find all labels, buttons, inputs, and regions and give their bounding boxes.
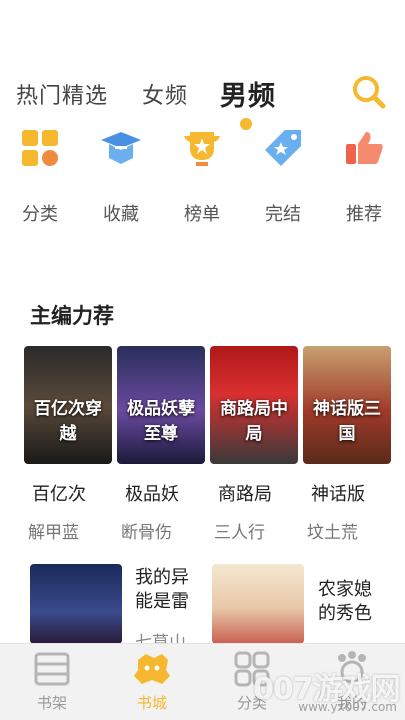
cover-text: 极品妖孽至尊 xyxy=(127,399,195,444)
nav-label: 书城 xyxy=(136,694,167,712)
book-title: 神话版 xyxy=(311,484,365,505)
nav-bookshelf[interactable]: 书架 xyxy=(12,644,92,713)
category-classify[interactable]: 分类 xyxy=(8,126,72,226)
section-title: 主编力荐 xyxy=(30,304,114,328)
cover-text: 商路局中局 xyxy=(220,399,288,444)
nav-label: 我的 xyxy=(336,694,367,712)
book-title: 极品妖 xyxy=(125,484,179,505)
profile-icon xyxy=(332,650,372,688)
bottom-nav-bar: 书架 书城 分类 我的 xyxy=(0,643,405,720)
book-author: 解甲蓝 xyxy=(28,523,79,543)
nav-bookstore[interactable]: 书城 xyxy=(112,644,192,713)
top-tab-bar: 热门精选 女频 男频 xyxy=(16,72,389,130)
category-completed[interactable]: 完结 xyxy=(251,126,315,226)
recommend-book-row: 百亿次穿越 百亿次 解甲蓝 极品妖孽至尊 极品妖 断骨伤 商路局中局 商路局 三… xyxy=(24,346,391,546)
tab-hot-picks[interactable]: 热门精选 xyxy=(16,78,108,110)
book-cover[interactable] xyxy=(212,564,304,644)
tab-female[interactable]: 女频 xyxy=(142,78,188,110)
grid-icon xyxy=(18,126,62,170)
book-cover: 神话版三国 xyxy=(303,346,391,464)
book-cover: 百亿次穿越 xyxy=(24,346,112,464)
book-author: 坟土荒 xyxy=(307,523,358,543)
book-cover: 极品妖孽至尊 xyxy=(117,346,205,464)
nav-profile[interactable]: 我的 xyxy=(312,644,392,713)
book-title[interactable]: 农家媳的秀色 xyxy=(318,578,388,626)
book-list-row: 我的异能是雷 七草山 农家媳的秀色 xyxy=(0,564,405,653)
trophy-icon xyxy=(180,126,224,170)
cover-text: 百亿次穿越 xyxy=(34,399,102,444)
book-title[interactable]: 我的异能是雷 xyxy=(135,566,205,614)
category-recommend[interactable]: 推荐 xyxy=(332,126,396,226)
bookshelf-icon xyxy=(32,650,72,688)
book-card[interactable]: 商路局中局 商路局 三人行 xyxy=(210,346,298,543)
nav-label: 分类 xyxy=(236,694,267,712)
book-card[interactable]: 百亿次穿越 百亿次 解甲蓝 xyxy=(24,346,112,543)
book-cover[interactable] xyxy=(30,564,122,644)
graduation-cap-icon xyxy=(99,126,143,170)
nav-category[interactable]: 分类 xyxy=(212,644,292,713)
category-row: 分类 收藏 榜单 完结 推荐 xyxy=(0,126,405,226)
book-title: 商路局 xyxy=(218,484,272,505)
cover-text: 神话版三国 xyxy=(313,399,381,444)
book-title: 百亿次 xyxy=(32,484,86,505)
book-author: 断骨伤 xyxy=(121,523,172,543)
category-icon xyxy=(232,650,272,688)
category-label: 榜单 xyxy=(184,204,220,225)
category-label: 推荐 xyxy=(346,204,382,225)
category-label: 收藏 xyxy=(103,204,139,225)
thumbs-up-icon xyxy=(342,126,386,170)
book-cover: 商路局中局 xyxy=(210,346,298,464)
bookstore-icon xyxy=(132,650,172,688)
search-icon[interactable] xyxy=(351,74,387,110)
tag-icon xyxy=(261,126,305,170)
tab-male[interactable]: 男频 xyxy=(220,74,276,113)
category-ranking[interactable]: 榜单 xyxy=(170,126,234,226)
book-card[interactable]: 神话版三国 神话版 坟土荒 xyxy=(303,346,391,543)
category-label: 完结 xyxy=(265,204,301,225)
book-author: 三人行 xyxy=(214,523,265,543)
nav-label: 书架 xyxy=(36,694,67,712)
category-favorites[interactable]: 收藏 xyxy=(89,126,153,226)
category-label: 分类 xyxy=(22,204,58,225)
book-card[interactable]: 极品妖孽至尊 极品妖 断骨伤 xyxy=(117,346,205,543)
